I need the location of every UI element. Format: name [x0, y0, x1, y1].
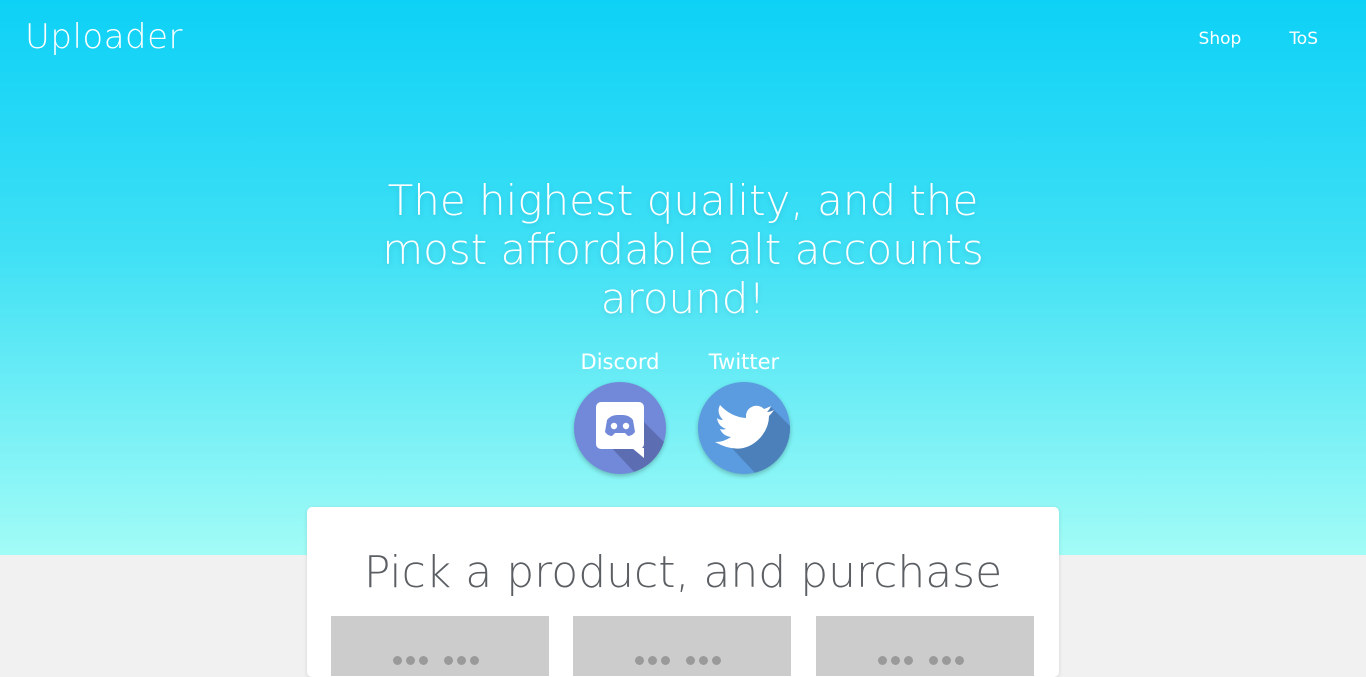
product-tile[interactable] — [331, 616, 549, 676]
discord-button[interactable] — [574, 382, 666, 474]
product-tile[interactable] — [816, 616, 1034, 676]
discord-icon — [596, 402, 666, 474]
twitter-social: Twitter — [698, 350, 790, 474]
loading-placeholder — [878, 656, 964, 665]
nav-tos-link[interactable]: ToS — [1289, 29, 1318, 49]
discord-label: Discord — [580, 350, 660, 374]
loading-placeholder — [393, 656, 479, 665]
twitter-icon — [715, 405, 790, 474]
loading-placeholder — [635, 656, 721, 665]
product-tile[interactable] — [573, 616, 791, 676]
twitter-label: Twitter — [708, 350, 780, 374]
hero-section: Uploader Shop ToS The highest quality, a… — [0, 0, 1366, 555]
discord-social: Discord — [574, 350, 666, 474]
twitter-button[interactable] — [698, 382, 790, 474]
hero-headline: The highest quality, and the most afford… — [382, 176, 984, 323]
nav-shop-link[interactable]: Shop — [1199, 29, 1242, 49]
top-nav: Shop ToS — [1199, 29, 1318, 49]
card-title: Pick a product, and purchase — [363, 547, 1003, 598]
product-card: Pick a product, and purchase — [307, 507, 1059, 677]
brand-logo[interactable]: Uploader — [25, 17, 183, 57]
